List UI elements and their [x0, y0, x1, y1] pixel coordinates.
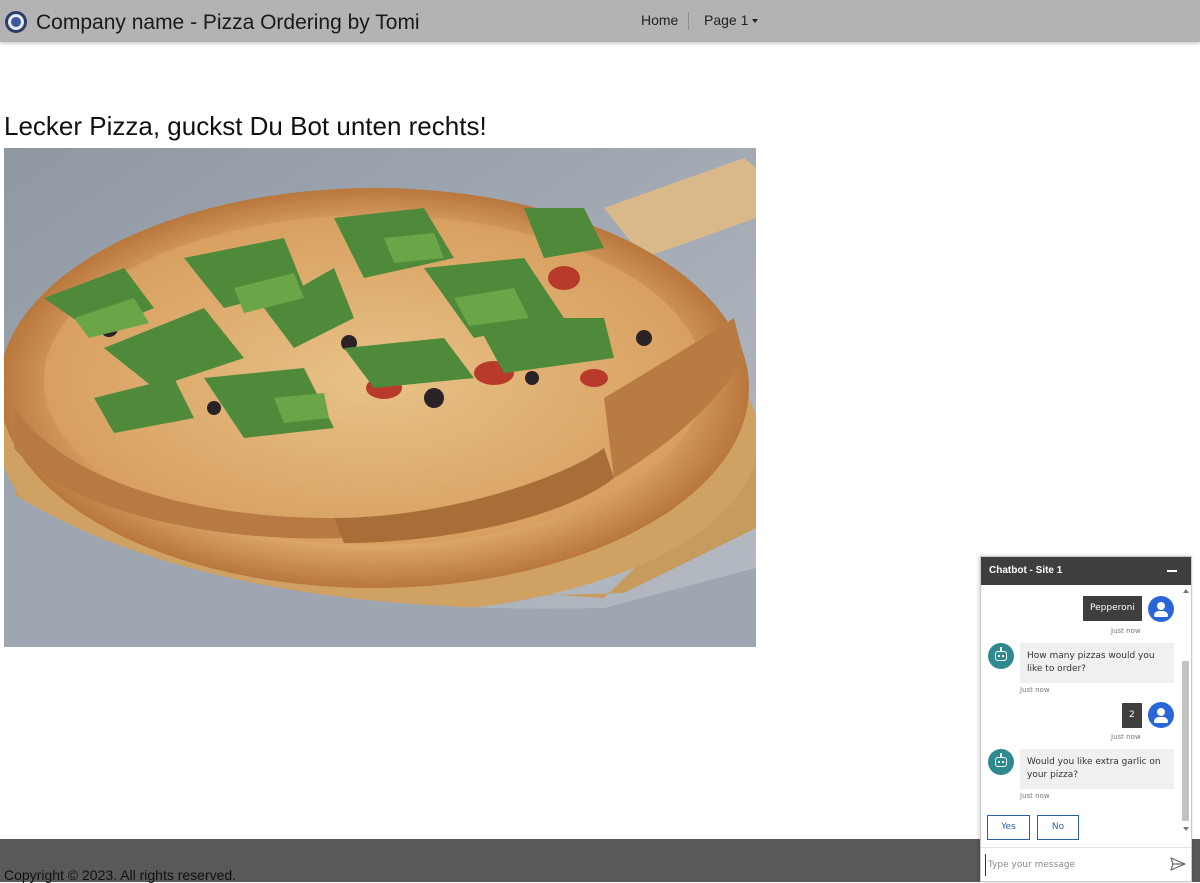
brand-logo-icon[interactable] [5, 11, 27, 33]
page-headline: Lecker Pizza, guckst Du Bot unten rechts… [4, 111, 487, 141]
brand-title[interactable]: Company name - Pizza Ordering by Tomi [36, 11, 420, 35]
pizza-image [4, 148, 756, 647]
send-icon[interactable] [1170, 857, 1186, 871]
message-timestamp: Just now [1020, 686, 1050, 694]
nav-home-link[interactable]: Home [641, 12, 678, 28]
chatbot-header: Chatbot - Site 1 [981, 557, 1191, 585]
user-avatar-icon [1148, 596, 1174, 622]
user-avatar-icon [1148, 702, 1174, 728]
message-input[interactable] [985, 854, 1163, 876]
message-input-bar [981, 847, 1191, 881]
user-message: 2 [1122, 703, 1142, 728]
nav-divider [688, 12, 689, 30]
chatbot-widget: Chatbot - Site 1 Pepperoni Just now How … [980, 556, 1192, 882]
chatbot-title: Chatbot - Site 1 [989, 565, 1063, 576]
chat-scrollbar[interactable] [1181, 585, 1190, 835]
bot-message: Would you like extra garlic on your pizz… [1020, 749, 1174, 789]
bot-avatar-icon [988, 749, 1014, 775]
message-timestamp: Just now [1020, 792, 1050, 800]
nav-page1-label: Page 1 [704, 12, 749, 28]
minimize-icon[interactable] [1167, 570, 1177, 572]
user-message: Pepperoni [1083, 596, 1142, 621]
suggested-yes-button[interactable]: Yes [987, 815, 1030, 840]
chat-transcript: Pepperoni Just now How many pizzas would… [981, 585, 1191, 835]
scroll-thumb[interactable] [1182, 661, 1189, 821]
caret-down-icon [752, 19, 759, 24]
nav-page1-dropdown[interactable]: Page 1 [704, 12, 759, 28]
suggested-no-button[interactable]: No [1037, 815, 1079, 840]
navbar: Company name - Pizza Ordering by Tomi Ho… [0, 0, 1200, 42]
message-timestamp: Just now [1111, 627, 1141, 635]
bot-avatar-icon [988, 643, 1014, 669]
scroll-down-icon[interactable] [1183, 827, 1189, 831]
copyright-text: Copyright © 2023. All rights reserved. [4, 867, 237, 883]
scroll-up-icon[interactable] [1183, 589, 1189, 593]
bot-message: How many pizzas would you like to order? [1020, 643, 1174, 683]
message-timestamp: Just now [1111, 733, 1141, 741]
